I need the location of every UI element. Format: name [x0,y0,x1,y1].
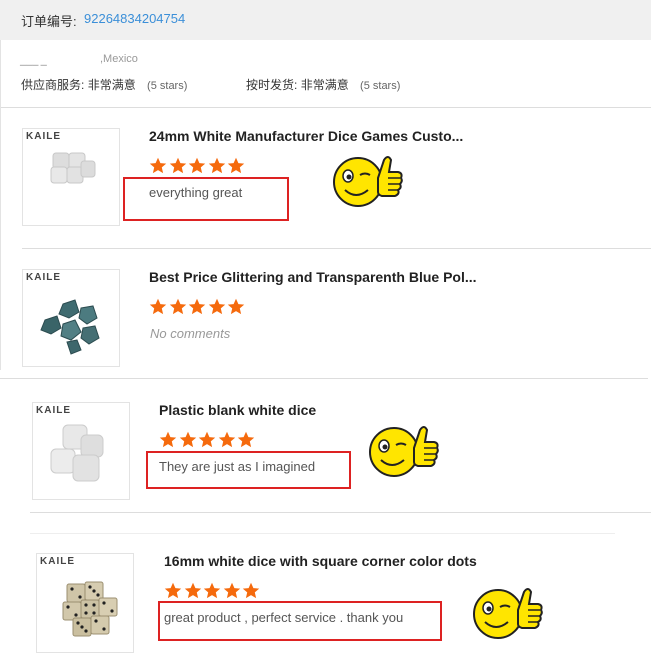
dice-image [62,581,118,637]
product-comment: No comments [150,326,231,341]
thumbs-up-smiley-icon [369,426,439,477]
product-rating-stars [149,298,247,316]
supplier-service-value: 非常满意 [87,78,136,92]
product-title[interactable]: Plastic blank white dice [159,402,316,418]
star-icon [179,431,196,448]
star-icon [188,298,206,315]
order-header: 订单编号: 92264834204754 [0,0,651,40]
buyer-location: ,Mexico [100,53,138,65]
star-icon [208,157,225,174]
supplier-service-stars: (5 stars) [147,80,188,92]
buyer-name-blurred: ▁▁▁ ▁ [20,57,47,66]
highlight-box [123,177,289,221]
star-icon [169,157,186,174]
divider [0,107,651,108]
star-icon [169,298,186,315]
star-icon [164,582,182,599]
star-icon [188,157,206,174]
order-number-link[interactable]: 92264834204754 [84,11,185,26]
dice-image [50,424,104,482]
product-thumbnail[interactable]: KAILE [32,402,130,500]
shipping-rating: 按时发货: 非常满意 (5 stars) [246,76,400,93]
product-rating-stars [159,431,257,449]
star-icon [208,298,225,315]
divider [22,248,651,249]
shipping-stars: (5 stars) [360,80,401,92]
thumbs-up-smiley-icon [333,156,403,207]
panel-border [0,40,1,370]
star-icon [149,298,167,315]
product-rating-stars [164,582,262,600]
thumbs-up-smiley-icon [473,588,543,639]
divider [30,533,615,534]
product-thumbnail[interactable]: KAILE [22,128,120,226]
star-icon [159,431,177,448]
star-icon [223,582,240,599]
product-thumbnail[interactable]: KAILE [36,553,134,653]
product-thumbnail[interactable]: KAILE [22,269,120,367]
star-icon [237,431,255,448]
star-icon [149,157,167,174]
product-rating-stars [149,157,247,175]
product-title[interactable]: Best Price Glittering and Transparenth B… [149,269,477,285]
star-icon [227,298,245,315]
shipping-label: 按时发货: [246,78,298,92]
star-icon [242,582,260,599]
supplier-service-rating: 供应商服务: 非常满意 (5 stars) [21,76,187,93]
star-icon [203,582,221,599]
star-icon [198,431,216,448]
dice-image [50,152,96,184]
dice-image [40,299,100,355]
product-title[interactable]: 24mm White Manufacturer Dice Games Custo… [149,128,463,144]
star-icon [184,582,201,599]
divider [30,512,651,513]
product-title[interactable]: 16mm white dice with square corner color… [164,553,477,569]
star-icon [227,157,245,174]
shipping-value: 非常满意 [300,78,349,92]
highlight-box [146,451,351,489]
supplier-service-label: 供应商服务: [21,78,85,92]
order-number-label: 订单编号: [21,14,77,29]
divider [0,378,648,379]
highlight-box [158,601,442,641]
star-icon [218,431,235,448]
